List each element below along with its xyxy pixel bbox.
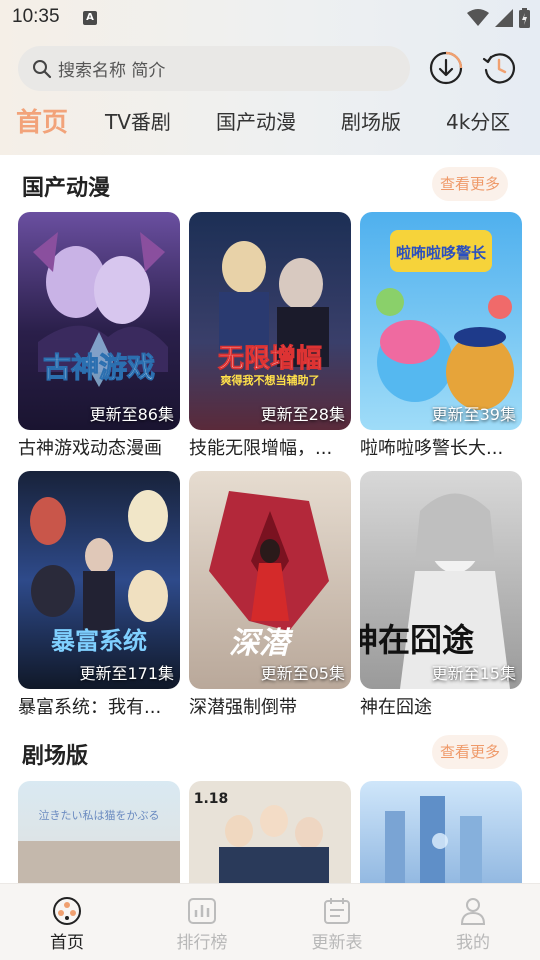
svg-text:啦咘啦哆警长: 啦咘啦哆警长: [396, 244, 487, 262]
movie-card[interactable]: 1.18: [189, 781, 351, 883]
tab-home[interactable]: 首页: [16, 102, 68, 139]
anime-card[interactable]: 暴富系统 更新至171集 暴富系统：我有...: [18, 471, 180, 718]
notification-icon: A: [83, 11, 97, 25]
anime-card[interactable]: 深潜 更新至05集 深潜强制倒带: [189, 471, 351, 718]
poster-image: 啦咘啦哆警长 更新至39集: [360, 212, 522, 430]
view-more-button[interactable]: 查看更多: [432, 167, 508, 201]
signal-icon: [495, 9, 513, 27]
bar-chart-icon: [188, 898, 216, 924]
poster-image: 泣きたい私は猫をかぶる: [18, 781, 180, 883]
tab-domestic-anime[interactable]: 国产动漫: [216, 106, 296, 135]
nav-label: 更新表: [311, 933, 363, 953]
calendar-icon: [324, 898, 350, 924]
anime-card[interactable]: 古神游戏 更新至86集 古神游戏动态漫画: [18, 212, 180, 459]
movie-card[interactable]: [360, 781, 522, 883]
view-more-button[interactable]: 查看更多: [432, 735, 508, 769]
status-bar: 10:35 A: [0, 0, 540, 36]
nav-schedule[interactable]: 更新表: [297, 896, 377, 953]
movie-card[interactable]: 泣きたい私は猫をかぶる: [18, 781, 180, 883]
history-button[interactable]: [482, 51, 516, 85]
anime-card[interactable]: 无限增幅 爽得我不想当辅助了 更新至28集 技能无限增幅，...: [189, 212, 351, 459]
search-icon: [33, 59, 52, 78]
nav-label: 排行榜: [176, 933, 228, 953]
nav-home[interactable]: 首页: [27, 896, 107, 953]
search-placeholder: 搜索名称 简介: [58, 61, 166, 81]
nav-label: 我的: [456, 933, 490, 953]
battery-icon: [519, 8, 530, 28]
poster-image: [360, 781, 522, 883]
nav-profile[interactable]: 我的: [433, 896, 513, 953]
card-title: 啦咘啦哆警长大...: [360, 438, 504, 459]
user-icon: [460, 898, 486, 925]
nav-label: 首页: [50, 933, 84, 953]
card-title: 古神游戏动态漫画: [18, 438, 162, 459]
tab-4k[interactable]: 4k分区: [446, 106, 510, 135]
svg-text:古神游戏: 古神游戏: [43, 351, 155, 384]
svg-text:爽得我不想当辅助了: 爽得我不想当辅助了: [221, 373, 320, 387]
search-input[interactable]: 搜索名称 简介: [18, 46, 410, 91]
section-title: 剧场版: [22, 744, 89, 769]
film-reel-icon: [53, 897, 81, 925]
svg-text:1.18: 1.18: [194, 791, 229, 807]
card-title: 技能无限增幅，...: [189, 438, 333, 459]
status-time: 10:35: [12, 6, 60, 27]
card-title: 神在囧途: [360, 697, 432, 718]
history-icon: [482, 53, 515, 84]
episode-badge: 更新至86集: [89, 405, 174, 424]
category-tabs: 首页 TV番剧 国产动漫 剧场版 4k分区: [0, 100, 540, 146]
poster-image: 暴富系统 更新至171集: [18, 471, 180, 689]
tab-tv-anime[interactable]: TV番剧: [105, 106, 171, 135]
episode-badge: 更新至39集: [431, 405, 516, 424]
poster-image: 古神游戏 更新至86集: [18, 212, 180, 430]
download-button[interactable]: [429, 51, 463, 85]
wifi-icon: [467, 9, 489, 26]
anime-card[interactable]: 啦咘啦哆警长 更新至39集 啦咘啦哆警长大...: [360, 212, 522, 459]
svg-text:无限增幅: 无限增幅: [218, 343, 322, 374]
poster-image: 深潜 更新至05集: [189, 471, 351, 689]
svg-text:神在囧途: 神在囧途: [360, 621, 474, 659]
svg-text:泣きたい私は猫をかぶる: 泣きたい私は猫をかぶる: [39, 808, 160, 822]
bottom-navigation: 首页 排行榜 更新表 我的: [0, 883, 540, 960]
poster-image: 无限增幅 爽得我不想当辅助了 更新至28集: [189, 212, 351, 430]
main-content: 国产动漫 查看更多 古神游戏 更新至86集 古神游戏动态漫画 无限增幅 爽得我不…: [0, 155, 540, 883]
episode-badge: 更新至05集: [260, 664, 345, 683]
poster-image: 神在囧途 更新至15集: [360, 471, 522, 689]
svg-text:深潜: 深潜: [229, 626, 294, 661]
top-header: 10:35 A 搜索名称 简介 首页 TV番剧 国产动漫 剧场版 4k分区: [0, 0, 540, 155]
card-title: 深潜强制倒带: [189, 697, 297, 718]
svg-text:暴富系统: 暴富系统: [51, 627, 147, 655]
section-title: 国产动漫: [22, 176, 111, 201]
episode-badge: 更新至15集: [431, 664, 516, 683]
episode-badge: 更新至28集: [260, 405, 345, 424]
episode-badge: 更新至171集: [79, 664, 174, 683]
download-icon: [429, 51, 463, 85]
status-icons: [467, 8, 530, 28]
poster-image: 1.18: [189, 781, 351, 883]
card-title: 暴富系统：我有...: [18, 697, 162, 718]
tab-movies[interactable]: 剧场版: [341, 106, 401, 135]
anime-card[interactable]: 神在囧途 更新至15集 神在囧途: [360, 471, 522, 718]
nav-ranking[interactable]: 排行榜: [162, 896, 242, 953]
